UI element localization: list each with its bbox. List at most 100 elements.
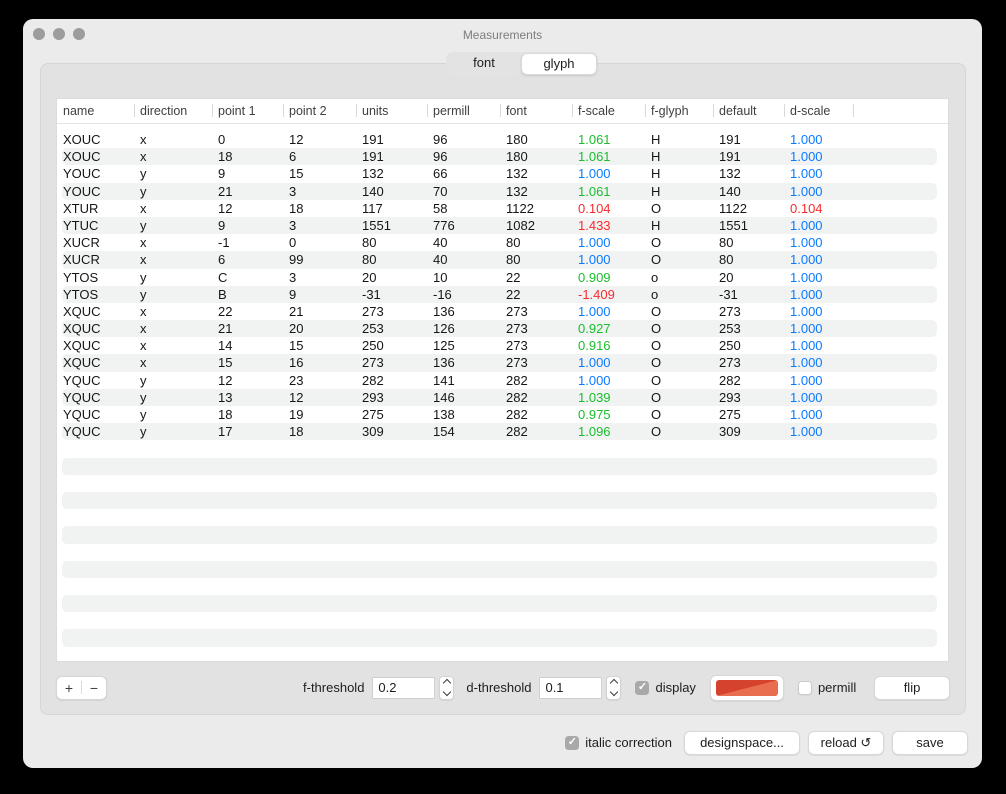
table-cell-permill: 776 (433, 217, 455, 233)
column-header: direction (134, 99, 212, 123)
table-cell-f_glyph: O (651, 389, 662, 405)
display-checkbox[interactable]: ✓ (635, 680, 650, 695)
tab-font[interactable]: font (447, 53, 521, 73)
table-cell-d_scale: 1.000 (790, 338, 823, 354)
table-cell-point1: B (218, 286, 227, 302)
table-cell-default: 20 (719, 269, 734, 285)
table-cell-units: 1551 (362, 217, 391, 233)
table-cell-direction: y (140, 389, 147, 405)
display-color-well[interactable] (709, 674, 784, 701)
table-cell-font: 22 (506, 269, 521, 285)
add-remove-control: + − (56, 675, 107, 700)
table-row[interactable]: XQUC x 15 16 273 136 273 1.000 O 273 1.000 (57, 354, 948, 372)
table-cell-f_glyph: O (651, 235, 662, 251)
measurements-table: name direction point 1 point 2 units permill f… (56, 98, 949, 662)
table-cell-permill: 96 (433, 149, 448, 165)
table-cell-f_scale: 0.975 (578, 407, 611, 422)
table-cell-f_scale: 1.039 (578, 389, 611, 405)
reload-button[interactable]: reload ↺ (808, 730, 884, 755)
table-cell-permill: 136 (433, 355, 455, 371)
table-cell-units: 275 (362, 407, 384, 422)
table-cell-font: 273 (506, 321, 528, 337)
italic-correction-checkbox[interactable]: ✓ (565, 735, 580, 750)
table-cell-name: XUCR (63, 235, 100, 251)
permill-checkbox[interactable] (797, 680, 812, 695)
d-threshold-stepper[interactable] (606, 675, 622, 700)
column-header: permill (427, 99, 500, 123)
table-cell-f_glyph: H (651, 217, 661, 233)
table-cell-d_scale: 1.000 (790, 321, 823, 337)
table-row[interactable]: YOUC y 9 15 132 66 132 1.000 H 132 1.000 (57, 165, 948, 182)
table-row[interactable]: YTOS y C 3 20 10 22 0.909 o 20 1.000 (57, 269, 948, 286)
d-threshold-label: d-threshold (466, 680, 532, 695)
table-cell-d_scale: 1.000 (790, 269, 823, 285)
remove-row-button[interactable]: − (82, 678, 106, 698)
table-row[interactable]: XQUC x 14 15 250 125 273 0.916 O 250 1.000 (57, 337, 948, 354)
empty-table-row[interactable] (57, 475, 948, 492)
empty-table-row[interactable] (57, 595, 948, 613)
tab-glyph[interactable]: glyph (521, 53, 597, 75)
table-cell-default: 191 (719, 149, 741, 165)
table-cell-units: 80 (362, 252, 377, 268)
table-cell-font: 180 (506, 132, 528, 147)
table-row[interactable]: YQUC y 17 18 309 154 282 1.096 O 309 1.000 (57, 423, 948, 441)
table-cell-f_glyph: O (651, 407, 662, 422)
table-row[interactable]: XUCR x 6 99 80 40 80 1.000 O 80 1.000 (57, 251, 948, 269)
save-button[interactable]: save (892, 730, 968, 755)
table-cell-d_scale: 1.000 (790, 149, 823, 165)
table-cell-direction: y (140, 183, 147, 199)
table-row[interactable]: YTUC y 9 3 1551 776 1082 1.433 H 1551 1.000 (57, 216, 948, 235)
add-row-button[interactable]: + (57, 678, 81, 698)
empty-table-row[interactable] (57, 578, 948, 595)
table-cell-name: XOUC (63, 149, 101, 165)
footer-bar: ✓ italic correction designspace... reloa… (565, 730, 968, 755)
f-threshold-stepper[interactable] (439, 675, 455, 700)
column-header: name (63, 104, 95, 118)
table-row[interactable]: XUCR x -1 0 80 40 80 1.000 O 80 1.000 (57, 234, 948, 251)
column-header: font (500, 99, 572, 123)
color-swatch (715, 679, 778, 696)
empty-table-row[interactable] (57, 560, 948, 579)
table-cell-f_glyph: O (651, 372, 662, 388)
table-row[interactable]: XTUR x 12 18 117 58 1122 0.104 O 1122 0.104 (57, 200, 948, 217)
table-row[interactable]: XQUC x 22 21 273 136 273 1.000 O 273 1.000 (57, 303, 948, 320)
table-cell-direction: y (140, 372, 147, 388)
table-cell-direction: x (140, 355, 147, 371)
empty-table-row[interactable] (57, 457, 948, 475)
empty-table-row[interactable] (57, 526, 948, 544)
table-row[interactable]: YTOS y B 9 -31 -16 22 -1.409 o -31 1.000 (57, 285, 948, 304)
empty-table-row[interactable] (57, 509, 948, 526)
f-threshold-input[interactable] (372, 676, 436, 699)
designspace-button[interactable]: designspace... (684, 730, 800, 755)
table-row[interactable]: XQUC x 21 20 253 126 273 0.927 O 253 1.000 (57, 320, 948, 338)
table-cell-permill: -16 (433, 286, 452, 302)
table-cell-d_scale: 1.000 (790, 132, 823, 147)
table-cell-units: 273 (362, 303, 384, 319)
table-cell-f_scale: 1.000 (578, 252, 611, 268)
stepper-down-icon (442, 687, 452, 697)
italic-correction-label: italic correction (585, 735, 672, 750)
table-row[interactable]: YQUC y 18 19 275 138 282 0.975 O 275 1.000 (57, 406, 948, 423)
empty-table-row[interactable] (57, 544, 948, 561)
table-row[interactable]: XOUC x 18 6 191 96 180 1.061 H 191 1.000 (57, 148, 948, 166)
table-cell-point2: 20 (289, 321, 304, 337)
column-header: f-glyph (645, 99, 713, 123)
table-cell-direction: x (140, 338, 147, 354)
table-row[interactable]: XOUC x 0 12 191 96 180 1.061 H 191 1.000 (57, 131, 948, 148)
flip-button[interactable]: flip (874, 675, 950, 700)
table-cell-point1: 21 (218, 321, 233, 337)
table-row[interactable]: YOUC y 21 3 140 70 132 1.061 H 140 1.000 (57, 182, 948, 200)
empty-table-row[interactable] (57, 440, 948, 457)
empty-table-row[interactable] (57, 629, 948, 647)
table-cell-point2: 99 (289, 252, 304, 268)
d-threshold-input[interactable] (539, 676, 603, 699)
table-row[interactable]: YQUC y 12 23 282 141 282 1.000 O 282 1.000 (57, 372, 948, 389)
empty-table-row[interactable] (57, 491, 948, 510)
table-cell-units: 293 (362, 389, 384, 405)
table-row[interactable]: YQUC y 13 12 293 146 282 1.039 O 293 1.000 (57, 388, 948, 407)
font-glyph-tab-control: font glyph (446, 52, 598, 76)
empty-table-row[interactable] (57, 647, 948, 661)
table-cell-default: 140 (719, 183, 741, 199)
table-cell-default: 253 (719, 321, 741, 337)
empty-table-row[interactable] (57, 612, 948, 629)
